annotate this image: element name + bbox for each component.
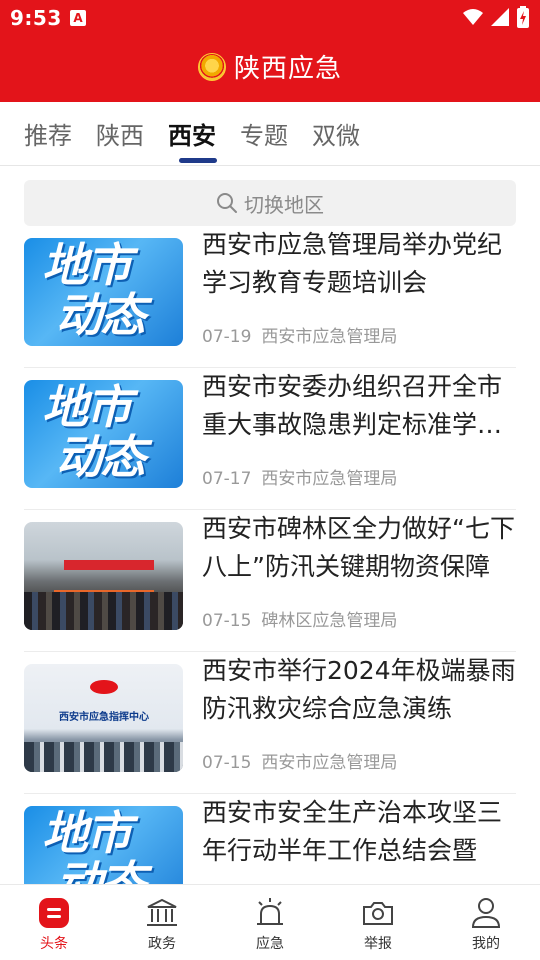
government-building-icon	[145, 897, 179, 929]
nav-profile[interactable]: 我的	[432, 885, 540, 960]
header-title-group: 陕西应急	[0, 48, 540, 85]
national-emblem-icon	[197, 52, 226, 81]
news-photo-thumbnail	[24, 522, 183, 630]
bottom-navigation: 头条 政务 应急 举报 我的	[0, 884, 540, 960]
list-item[interactable]: 西安市应急指挥中心 西安市举行2024年极端暴雨防汛救灾综合应急演练 07-15…	[24, 652, 516, 794]
notification-app-icon: A	[70, 10, 86, 26]
list-item[interactable]: 地市 动态 西安市应急管理局举办党纪学习教育专题培训会 07-19 西安市应急管理…	[24, 226, 516, 368]
news-date: 07-15	[202, 611, 252, 631]
alarm-light-icon	[253, 897, 287, 929]
nav-government[interactable]: 政务	[108, 885, 216, 960]
page-title: 陕西应急	[233, 54, 342, 84]
news-title: 西安市碑林区全力做好“七下八上”防汛关键期物资保障	[202, 514, 515, 581]
news-meta: 07-15 西安市应急管理局	[202, 748, 397, 773]
list-item[interactable]: 西安市碑林区全力做好“七下八上”防汛关键期物资保障 07-15 碑林区应急管理局	[24, 510, 516, 652]
news-source: 西安市应急管理局	[261, 469, 398, 489]
news-meta: 07-19 西安市应急管理局	[202, 322, 397, 347]
search-icon	[217, 193, 237, 213]
app-header: 9:53 A 陕西应急	[0, 0, 540, 102]
news-list: 地市 动态 西安市应急管理局举办党纪学习教育专题培训会 07-19 西安市应急管理…	[0, 226, 540, 884]
active-tab-indicator	[179, 158, 217, 163]
camera-icon	[361, 897, 395, 929]
nav-label: 应急	[256, 936, 284, 952]
news-source: 西安市应急管理局	[261, 753, 398, 773]
headline-icon	[37, 897, 71, 929]
status-time: 9:53	[10, 6, 62, 30]
news-date: 07-17	[202, 469, 252, 489]
nav-headline[interactable]: 头条	[0, 885, 108, 960]
channel-tabs: 推荐 陕西 西安 专题 双微	[0, 102, 540, 166]
news-thumbnail: 地市 动态	[24, 806, 183, 884]
news-meta: 07-17 西安市应急管理局	[202, 464, 397, 489]
region-switch-search[interactable]: 切换地区	[24, 180, 516, 226]
news-source: 西安市应急管理局	[261, 327, 398, 347]
tab-recommend[interactable]: 推荐	[24, 116, 72, 151]
battery-charging-icon	[517, 6, 529, 28]
tab-special[interactable]: 专题	[240, 116, 288, 151]
nav-emergency[interactable]: 应急	[216, 885, 324, 960]
news-photo-thumbnail: 西安市应急指挥中心	[24, 664, 183, 772]
nav-label: 我的	[472, 936, 500, 952]
news-source: 碑林区应急管理局	[261, 611, 398, 631]
nav-report[interactable]: 举报	[324, 885, 432, 960]
tab-social[interactable]: 双微	[312, 116, 360, 151]
news-title: 西安市举行2024年极端暴雨防汛救灾综合应急演练	[202, 656, 516, 723]
user-icon	[469, 897, 503, 929]
nav-label: 头条	[40, 936, 68, 952]
news-meta: 07-15 碑林区应急管理局	[202, 606, 397, 631]
list-item[interactable]: 地市 动态 西安市安全生产治本攻坚三年行动半年工作总结会暨	[24, 794, 516, 884]
signal-icon	[491, 8, 509, 26]
wifi-icon	[463, 9, 483, 25]
tab-xian[interactable]: 西安	[168, 116, 216, 151]
search-placeholder: 切换地区	[244, 192, 324, 217]
tab-shaanxi[interactable]: 陕西	[96, 116, 144, 151]
list-item[interactable]: 地市 动态 西安市安委办组织召开全市重大事故隐患判定标准学习宣贯会 07-17 西…	[24, 368, 516, 510]
nav-label: 政务	[148, 936, 176, 952]
nav-label: 举报	[364, 936, 392, 952]
news-thumbnail: 地市 动态	[24, 380, 183, 488]
news-date: 07-19	[202, 327, 252, 347]
news-thumbnail: 地市 动态	[24, 238, 183, 346]
news-title: 西安市安委办组织召开全市重大事故隐患判定标准学习宣贯会	[202, 372, 503, 439]
status-icons	[462, 6, 530, 28]
news-title: 西安市安全生产治本攻坚三年行动半年工作总结会暨	[202, 798, 503, 865]
status-bar: 9:53 A	[0, 0, 540, 36]
news-date: 07-15	[202, 753, 252, 773]
news-title: 西安市应急管理局举办党纪学习教育专题培训会	[202, 230, 503, 297]
